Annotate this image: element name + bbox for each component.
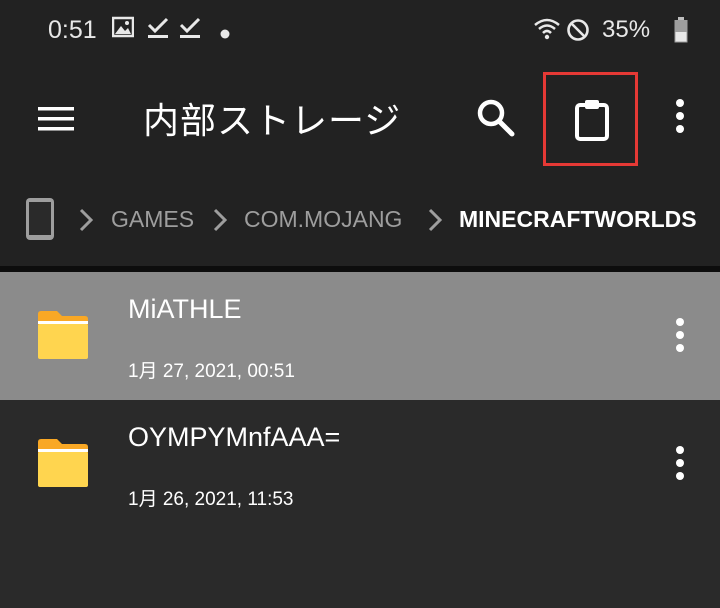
breadcrumb-root[interactable] xyxy=(24,196,56,247)
breadcrumb-item-games[interactable]: GAMES xyxy=(111,206,194,233)
search-icon xyxy=(477,99,515,137)
more-vert-icon xyxy=(676,446,684,480)
item-more-button[interactable] xyxy=(666,316,694,356)
app-toolbar: 内部ストレージ xyxy=(0,60,720,178)
chevron-right-icon xyxy=(427,208,443,237)
more-options-button[interactable] xyxy=(664,94,696,142)
folder-icon xyxy=(37,438,89,493)
menu-button[interactable] xyxy=(36,98,78,140)
menu-icon xyxy=(38,107,74,131)
do-not-disturb-icon xyxy=(566,18,590,47)
file-name: MiATHLE xyxy=(128,294,242,324)
image-icon xyxy=(111,16,135,43)
file-date: 1月 26, 2021, 11:53 xyxy=(128,489,294,510)
breadcrumb-item-com-mojang[interactable]: COM.MOJANG xyxy=(244,206,402,233)
more-vert-icon xyxy=(676,99,684,133)
file-date: 1月 27, 2021, 00:51 xyxy=(128,361,295,382)
clipboard-icon xyxy=(575,100,609,141)
paste-button[interactable] xyxy=(543,72,638,166)
breadcrumb-item-minecraftworlds[interactable]: MINECRAFTWORLDS xyxy=(459,206,697,233)
phone-icon xyxy=(26,198,54,240)
file-name: OYMPYMnfAAA= xyxy=(128,422,341,452)
download-done-icon xyxy=(147,16,169,45)
more-vert-icon xyxy=(676,318,684,352)
status-system-icons: 35% xyxy=(520,16,720,44)
list-item[interactable]: MiATHLE 1月 27, 2021, 00:51 xyxy=(0,272,720,400)
battery-icon xyxy=(674,17,688,48)
item-more-button[interactable] xyxy=(666,444,694,484)
chevron-right-icon xyxy=(212,208,228,237)
list-item[interactable]: OYMPYMnfAAA= 1月 26, 2021, 11:53 xyxy=(0,400,720,528)
chevron-right-icon xyxy=(78,208,94,237)
status-bar: 0:51 35% xyxy=(0,0,720,60)
wifi-icon xyxy=(534,18,560,45)
status-time: 0:51 xyxy=(48,16,97,44)
battery-percentage: 35% xyxy=(602,16,651,43)
page-title: 内部ストレージ xyxy=(143,100,402,141)
download-done-icon xyxy=(179,16,201,45)
breadcrumb: GAMES COM.MOJANG MINECRAFTWORLDS xyxy=(0,178,720,266)
notification-dot-icon xyxy=(220,26,230,44)
folder-icon xyxy=(37,310,89,365)
search-button[interactable] xyxy=(472,94,520,142)
